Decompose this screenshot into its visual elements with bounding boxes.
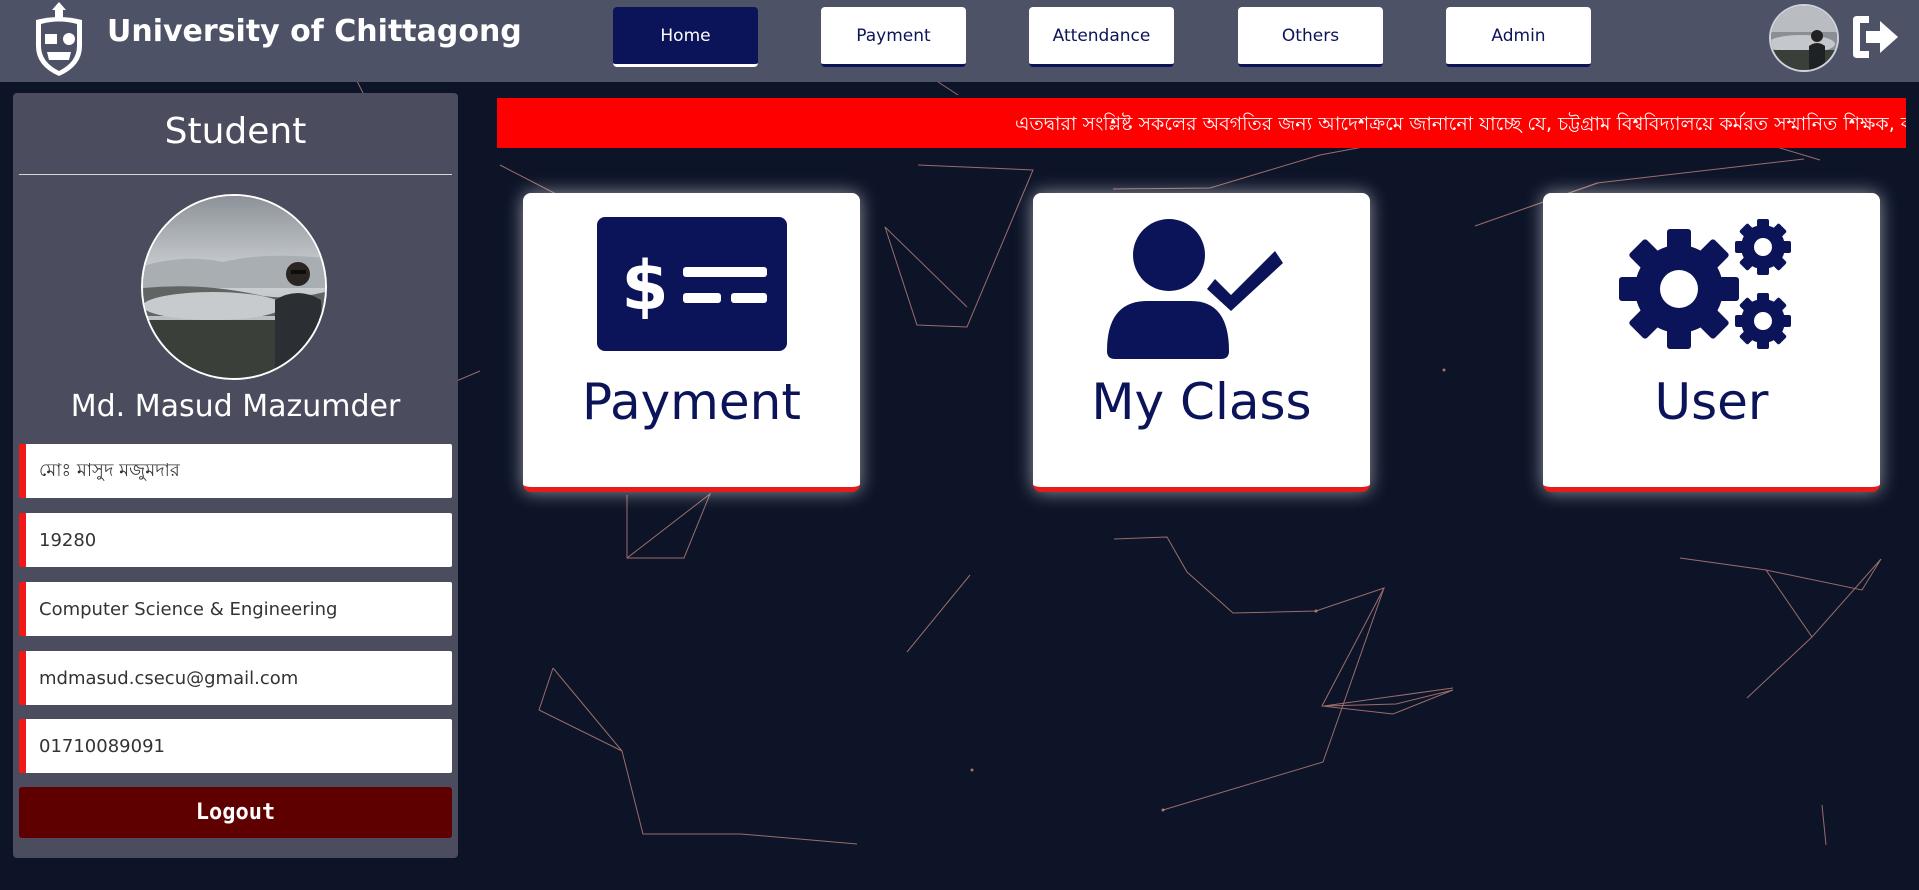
profile-photo — [141, 194, 327, 380]
top-header: University of Chittagong Home Payment At… — [0, 0, 1919, 82]
profile-photo-image — [143, 196, 325, 378]
student-sidebar: Student Md. Masud Mazumder মোঃ মাসুদ মজু… — [13, 93, 458, 858]
sidebar-divider — [19, 174, 452, 175]
svg-text:$: $ — [621, 247, 668, 326]
user-card-label: User — [1654, 373, 1769, 431]
university-crest-icon — [36, 2, 82, 76]
university-name: University of Chittagong — [107, 14, 522, 49]
email-field: mdmasud.csecu@gmail.com — [19, 651, 452, 705]
sidebar-title: Student — [164, 111, 307, 152]
notice-marquee: এতদ্বারা সংশ্লিষ্ট সকলের অবগতির জন্য আদে… — [497, 98, 1906, 148]
avatar-photo — [1771, 6, 1837, 70]
phone-field: 01710089091 — [19, 719, 452, 773]
user-card[interactable]: User — [1543, 193, 1880, 492]
logout-button[interactable]: Logout — [19, 787, 452, 838]
nav-others-button[interactable]: Others — [1238, 7, 1383, 67]
user-check-icon — [1106, 219, 1283, 359]
nav-admin-button[interactable]: Admin — [1446, 7, 1591, 67]
payment-card[interactable]: $ Payment — [523, 193, 860, 492]
payment-card-icon: $ — [596, 217, 787, 351]
payment-card-label: Payment — [582, 373, 801, 431]
my-class-card-label: My Class — [1091, 373, 1312, 431]
sign-out-icon[interactable] — [1849, 14, 1901, 60]
gears-icon — [1618, 219, 1791, 349]
student-id-field: 19280 — [19, 513, 452, 567]
notice-text: এতদ্বারা সংশ্লিষ্ট সকলের অবগতির জন্য আদে… — [1015, 113, 1906, 135]
department-field: Computer Science & Engineering — [19, 582, 452, 636]
my-class-card[interactable]: My Class — [1033, 193, 1370, 492]
header-avatar[interactable] — [1769, 4, 1839, 72]
nav-payment-button[interactable]: Payment — [821, 7, 966, 67]
bangla-name-field: মোঃ মাসুদ মজুমদার — [19, 444, 452, 498]
nav-attendance-button[interactable]: Attendance — [1029, 7, 1174, 67]
student-name: Md. Masud Mazumder — [70, 389, 401, 424]
nav-home-button[interactable]: Home — [613, 7, 758, 67]
